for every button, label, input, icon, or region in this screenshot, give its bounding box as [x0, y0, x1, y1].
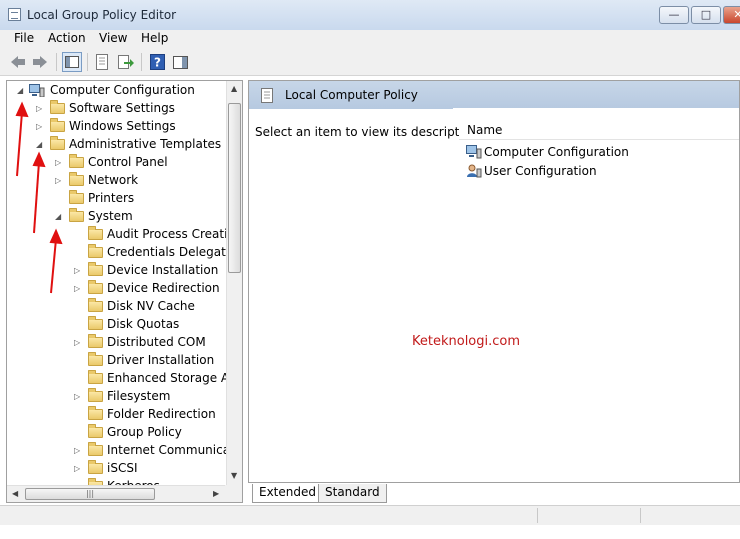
annotation-arrow-computer-configuration: [16, 111, 23, 177]
annotation-arrow-administrative-templates: [33, 161, 40, 234]
annotation-arrows: [15, 101, 63, 294]
annotation-arrow-system: [50, 238, 57, 294]
annotation-arrowhead-computer-configuration: [15, 101, 29, 118]
annotation-arrowhead-system: [49, 228, 63, 245]
annotation-arrowhead-administrative-templates: [32, 151, 46, 168]
